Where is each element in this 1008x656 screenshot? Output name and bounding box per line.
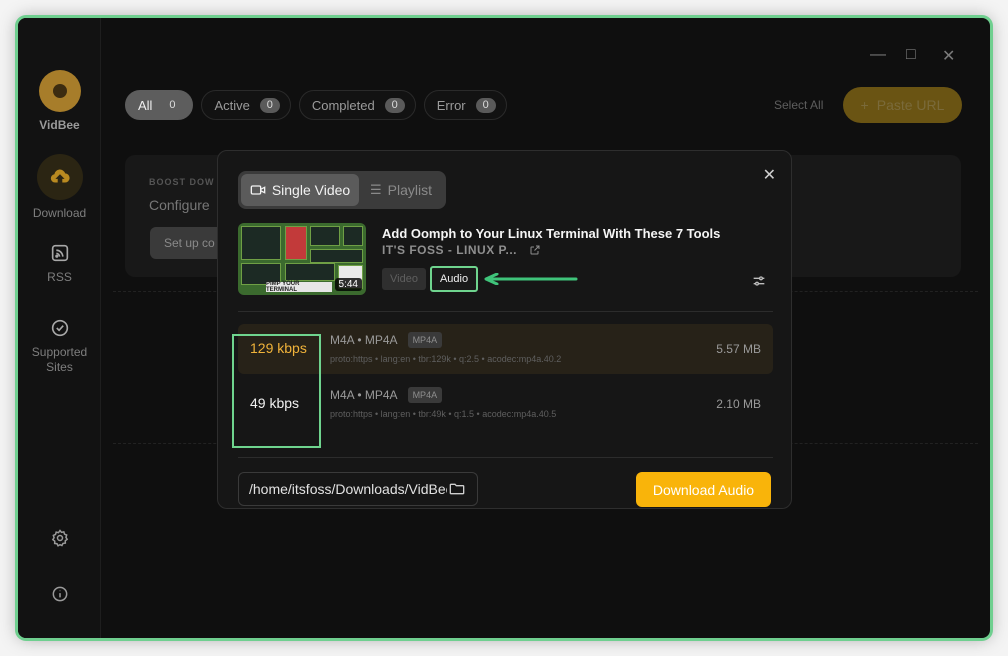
filter-label: Completed (311, 97, 375, 113)
filter-completed[interactable]: Completed 0 (298, 90, 416, 120)
format-name: M4A • MP4A (330, 388, 398, 402)
filter-bar: All 0 Active 0 Completed 0 Error 0 (125, 90, 507, 120)
download-audio-button[interactable]: Download Audio (636, 472, 771, 507)
filter-label: All (138, 97, 153, 113)
check-circle-icon (51, 319, 68, 337)
divider (238, 457, 773, 458)
video-duration: 5:44 (334, 278, 362, 291)
highlight-box (232, 334, 321, 448)
format-size: 5.57 MB (716, 342, 761, 356)
format-type: M4A • MP4A MP4A (330, 387, 443, 403)
format-meta: proto:https • lang:en • tbr:129k • q:2.5… (330, 354, 562, 364)
filter-count: 0 (169, 99, 176, 111)
minimize-icon[interactable]: — (870, 46, 886, 64)
external-link-icon[interactable] (529, 244, 541, 256)
filter-error[interactable]: Error 0 (423, 90, 507, 120)
codec-badge: MP4A (407, 332, 443, 348)
channel-name: IT'S FOSS - LINUX P... (382, 243, 517, 257)
gear-icon (51, 529, 68, 547)
sidebar-item-label: Supported Sites (31, 345, 88, 374)
filter-all[interactable]: All 0 (125, 90, 194, 120)
tab-label: Playlist (387, 182, 432, 198)
plus-icon: + (860, 97, 869, 113)
tab-single-video[interactable]: Single Video (241, 174, 359, 206)
download-cloud-icon (50, 169, 70, 183)
thumbnail-caption: PIMP YOUR TERMINAL (266, 281, 332, 293)
tab-label: Single Video (271, 182, 351, 198)
rss-icon (51, 244, 68, 262)
annotation-arrow-icon (484, 273, 578, 285)
sidebar-item-download[interactable]: Download (18, 154, 101, 220)
filter-label: Error (436, 97, 466, 113)
app-window: VidBee Download RSS Supported Sites — □ … (18, 18, 990, 638)
divider (238, 311, 773, 312)
format-size: 2.10 MB (716, 397, 761, 411)
sidebar-item-rss[interactable]: RSS (18, 242, 101, 284)
sidebar-item-label: Download (32, 206, 87, 220)
video-camera-icon (250, 185, 266, 195)
format-type: M4A • MP4A MP4A (330, 332, 443, 348)
close-icon[interactable]: ✕ (763, 165, 776, 185)
maximize-icon[interactable]: □ (906, 46, 916, 64)
download-path: /home/itsfoss/Downloads/VidBee (249, 481, 447, 497)
select-all-button[interactable]: Select All (774, 98, 823, 112)
sliders-icon[interactable] (751, 273, 767, 289)
filter-label: Active (214, 97, 250, 113)
tab-playlist[interactable]: ☰ Playlist (359, 174, 443, 206)
tab-audio[interactable]: Audio (429, 266, 479, 292)
download-dialog: ✕ Single Video ☰ Playlist PIMP YOUR TERM… (217, 150, 792, 509)
brand-name: VidBee (39, 118, 80, 132)
boost-title: Configure (149, 197, 210, 213)
list-icon: ☰ (369, 182, 382, 197)
tab-video[interactable]: Video (382, 268, 426, 290)
settings-button[interactable] (18, 528, 101, 548)
sidebar: VidBee Download RSS Supported Sites (18, 18, 101, 638)
paste-url-button[interactable]: + Paste URL (843, 87, 962, 123)
boost-label: BOOST DOW (149, 177, 215, 187)
mode-switch: Single Video ☰ Playlist (238, 171, 446, 209)
download-path-field[interactable]: /home/itsfoss/Downloads/VidBee (238, 472, 478, 506)
close-window-icon[interactable]: ✕ (942, 46, 955, 66)
sidebar-item-label: RSS (47, 270, 72, 284)
folder-icon[interactable] (449, 482, 465, 496)
filter-active[interactable]: Active 0 (201, 90, 291, 120)
format-meta: proto:https • lang:en • tbr:49k • q:1.5 … (330, 409, 557, 419)
paste-url-label: Paste URL (876, 97, 945, 113)
type-tabs: Video Audio (382, 266, 479, 292)
filter-count: 0 (384, 97, 405, 113)
vidbee-logo (39, 70, 81, 112)
codec-badge: MP4A (407, 387, 443, 403)
video-thumbnail: PIMP YOUR TERMINAL 5:44 (238, 223, 366, 295)
info-icon (52, 586, 67, 602)
format-name: M4A • MP4A (330, 333, 398, 347)
video-title: Add Oomph to Your Linux Terminal With Th… (382, 226, 721, 241)
sidebar-item-supported-sites[interactable]: Supported Sites (18, 317, 101, 375)
channel-row: IT'S FOSS - LINUX P... (382, 243, 541, 257)
filter-count: 0 (259, 97, 280, 113)
about-button[interactable] (18, 584, 101, 604)
filter-count: 0 (475, 97, 496, 113)
